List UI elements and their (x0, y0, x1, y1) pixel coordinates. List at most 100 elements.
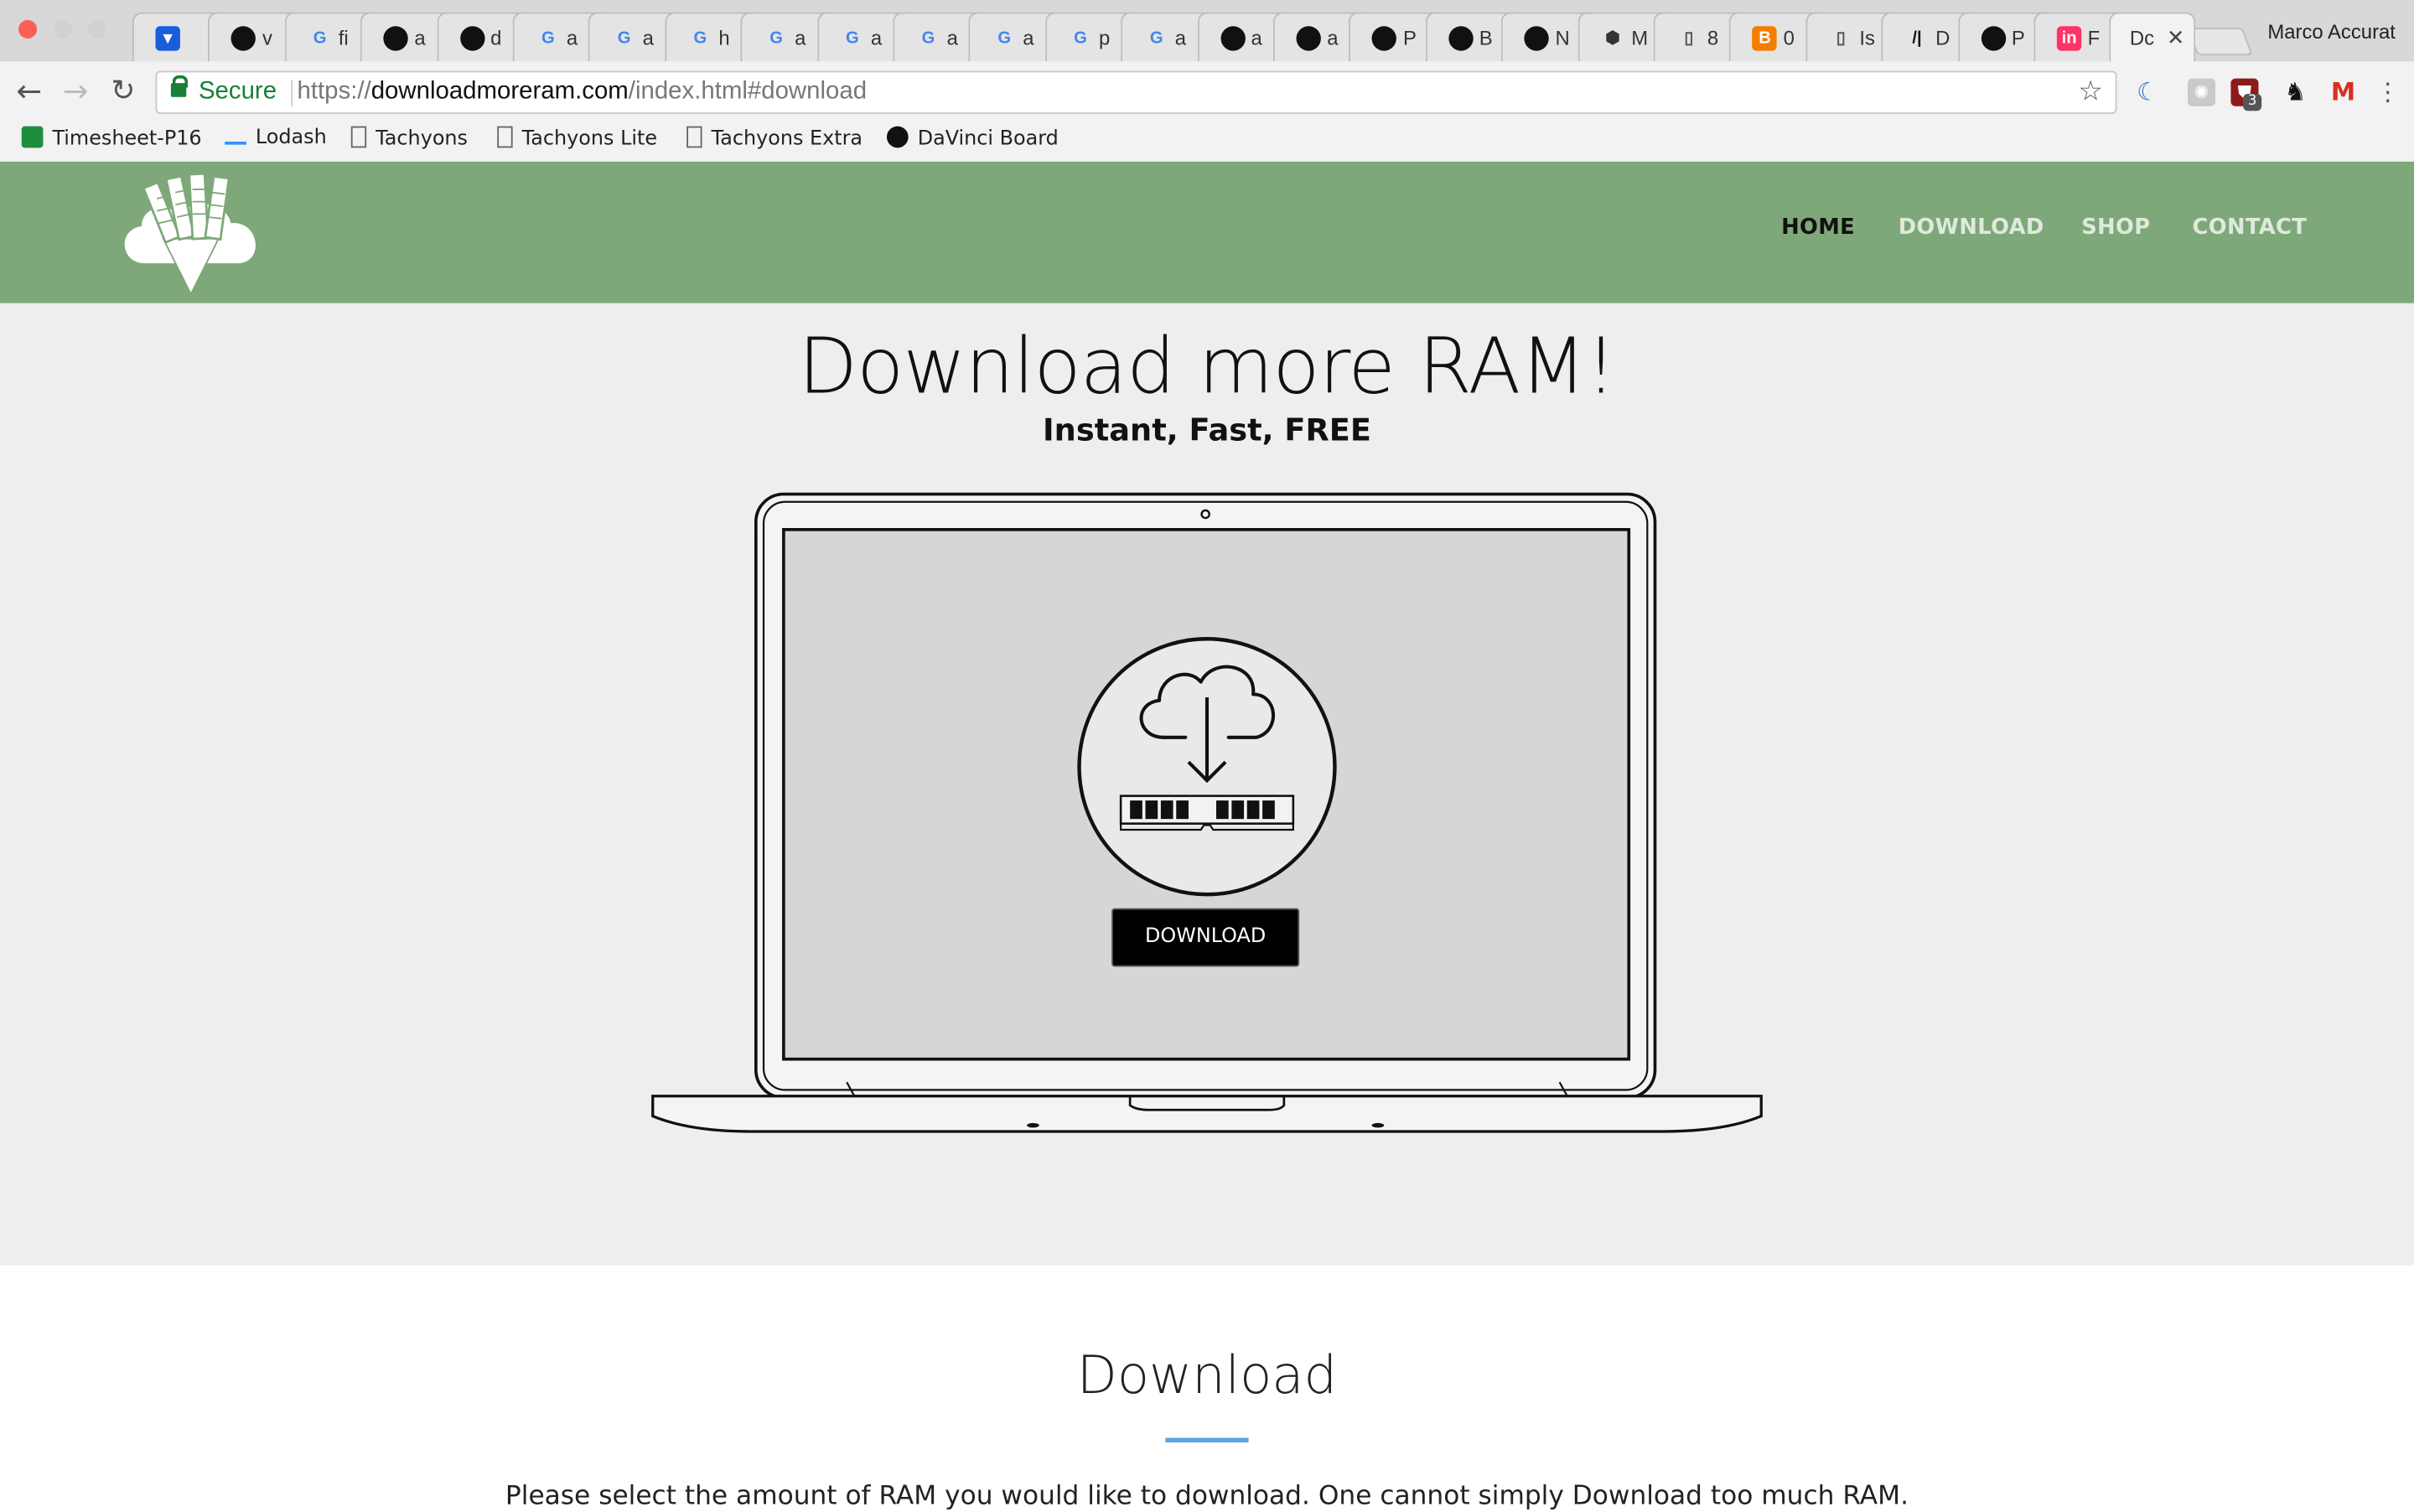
google-icon: G (617, 28, 631, 48)
page-icon: ▯ (1684, 28, 1694, 48)
window-close-button[interactable] (18, 19, 38, 39)
github-icon (1372, 26, 1397, 51)
google-icon: G (997, 28, 1012, 48)
github-icon (383, 26, 409, 51)
hero-title: Download more RAM! (798, 321, 1616, 412)
back-arrow-icon[interactable]: ← (14, 75, 45, 106)
google-icon: G (845, 28, 859, 48)
github-icon (1296, 26, 1321, 51)
secure-label: Secure (198, 78, 277, 105)
nav-shop[interactable]: SHOP (2081, 215, 2150, 240)
google-icon: G (1149, 28, 1163, 48)
page-icon (497, 126, 513, 148)
bookmark-label: Lodash (255, 126, 327, 150)
download-section: Download Please select the amount of RAM… (0, 1265, 2414, 1512)
nav-contact[interactable]: CONTACT (2193, 215, 2308, 240)
tab-label: D (1935, 26, 1950, 49)
crescent-extension-icon[interactable]: ☾ (2134, 78, 2162, 106)
bookmark-item[interactable]: Tachyons Extra (686, 126, 863, 151)
url-scheme: https:// (297, 78, 371, 105)
hero-subtitle: Instant, Fast, FREE (1043, 411, 1371, 448)
hero-section: Download more RAM! Instant, Fast, FREE D… (0, 303, 2414, 1266)
new-tab-button[interactable] (2187, 28, 2253, 56)
gmail-icon[interactable]: M (2329, 78, 2357, 106)
google-icon: G (1074, 28, 1087, 48)
forward-arrow-icon[interactable]: → (60, 75, 91, 106)
nav-home[interactable]: HOME (1781, 215, 1855, 240)
extension-badge: 3 (2243, 94, 2262, 111)
close-tab-icon[interactable]: ✕ (2167, 24, 2185, 50)
bookmark-item[interactable]: Timesheet-P16 (21, 126, 202, 151)
bookmarks-bar: Timesheet-P16 Lodash Tachyons Tachyons L… (0, 122, 2414, 162)
tab-label: M (1631, 26, 1649, 49)
github-icon (231, 26, 256, 51)
lock-icon (170, 75, 189, 97)
section-title: Download (1076, 1345, 1338, 1407)
window-minimize-button[interactable] (54, 19, 73, 39)
page-icon (686, 126, 702, 148)
github-icon (1448, 26, 1474, 51)
github-icon (1524, 26, 1550, 51)
slash-icon: /| (1912, 28, 1922, 48)
invision-icon: in (2056, 26, 2082, 51)
github-icon (459, 26, 484, 51)
tab-label: Dc (2129, 26, 2155, 49)
bookmark-item[interactable]: DaVinci Board (886, 126, 1059, 151)
google-icon: G (693, 28, 707, 48)
browser-toolbar: ← → ↻ Secure https://downloadmoreram.com… (0, 61, 2414, 125)
gear-extension-icon[interactable]: ✺ (2187, 78, 2216, 106)
tab-strip: ▾ v Gfi a d Ga Ga Gh Ga Ga Ga Ga Gp Ga a a P B N ⬢ M ▯ 8 B 0 ▯ Is /… (0, 0, 2414, 62)
tab-label: a (1174, 26, 1187, 49)
tab-label: a (414, 26, 426, 49)
bookmark-label: DaVinci Board (917, 127, 1059, 151)
menu-dots-icon[interactable]: ⋮ (2374, 78, 2401, 106)
google-icon: G (769, 28, 783, 48)
google-icon: G (541, 28, 555, 48)
page-icon (350, 126, 367, 148)
tab-label: v (262, 26, 272, 49)
site-header: HOME DOWNLOAD SHOP CONTACT (0, 161, 2414, 303)
bookmark-label: Tachyons (376, 127, 469, 151)
bookmark-star-icon[interactable]: ☆ (2078, 75, 2103, 108)
reload-icon[interactable]: ↻ (108, 75, 139, 106)
tab-label: 0 (1783, 26, 1795, 49)
tab-label: d (490, 26, 502, 49)
tab-label: a (642, 26, 654, 49)
laptop-illustration (651, 492, 1763, 1133)
google-icon: G (313, 28, 327, 48)
tab-label: P (2011, 26, 2025, 49)
bookmark-label: Timesheet-P16 (52, 127, 202, 151)
window-maximize-button[interactable] (87, 19, 106, 39)
tab-label: h (718, 26, 730, 49)
address-bar[interactable]: Secure https://downloadmoreram.com/index… (155, 70, 2117, 114)
blogger-icon: B (1752, 26, 1778, 51)
bookmark-item[interactable]: Lodash (225, 126, 327, 150)
cube-icon: ⬢ (1605, 28, 1620, 48)
page-icon: ▯ (1836, 28, 1846, 48)
bookmark-item[interactable]: Tachyons Lite (497, 126, 658, 151)
tab-label: 8 (1707, 26, 1719, 49)
bookmark-label: Tachyons Lite (521, 127, 658, 151)
bookmark-label: Tachyons Extra (711, 127, 863, 151)
tab-label: N (1555, 26, 1570, 49)
tab-label: Is (1859, 26, 1875, 49)
url-text[interactable]: https://downloadmoreram.com/index.html#d… (297, 79, 867, 106)
tab-label: a (1327, 26, 1339, 49)
tab-label: a (795, 26, 806, 49)
github-icon (1981, 26, 2006, 51)
google-icon: G (921, 28, 935, 48)
tab-label: a (870, 26, 883, 49)
lodash-icon (225, 141, 246, 145)
nav-download[interactable]: DOWNLOAD (1899, 215, 2044, 240)
tab-label: a (566, 26, 578, 49)
section-description: Please select the amount of RAM you woul… (505, 1480, 1909, 1512)
tab-label: a (1251, 26, 1262, 49)
github-icon (886, 126, 909, 148)
active-browser-tab[interactable]: Dc ✕ (2110, 12, 2196, 62)
bookmark-item[interactable]: Tachyons (350, 126, 469, 151)
profile-name[interactable]: Marco Accurat (2267, 20, 2396, 44)
download-button[interactable]: DOWNLOAD (1111, 908, 1300, 967)
bitwarden-icon: ▾ (155, 26, 180, 51)
logo-icon[interactable] (117, 171, 265, 300)
horse-extension-icon[interactable]: ♞ (2282, 78, 2309, 106)
